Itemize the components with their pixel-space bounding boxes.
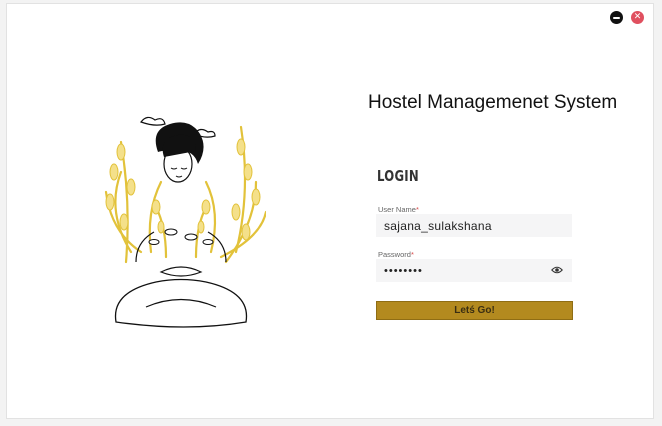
username-label: User Name*: [378, 205, 419, 214]
required-mark: *: [415, 205, 419, 214]
eye-icon[interactable]: [551, 264, 563, 276]
app-title: Hostel Managemenet System: [368, 92, 618, 113]
password-field[interactable]: [376, 259, 572, 282]
login-button[interactable]: Letś Go!: [376, 301, 573, 320]
close-button[interactable]: ✕: [631, 11, 644, 24]
minimize-button[interactable]: [610, 11, 623, 24]
required-mark: *: [410, 250, 414, 259]
username-label-text: User Name: [378, 205, 416, 214]
meditating-person-illustration: [104, 116, 266, 328]
close-icon: ✕: [633, 12, 642, 22]
password-label: Password*: [378, 250, 414, 259]
login-heading: LOGIN: [377, 167, 419, 185]
password-label-text: Password: [378, 250, 411, 259]
username-field[interactable]: [376, 214, 572, 237]
